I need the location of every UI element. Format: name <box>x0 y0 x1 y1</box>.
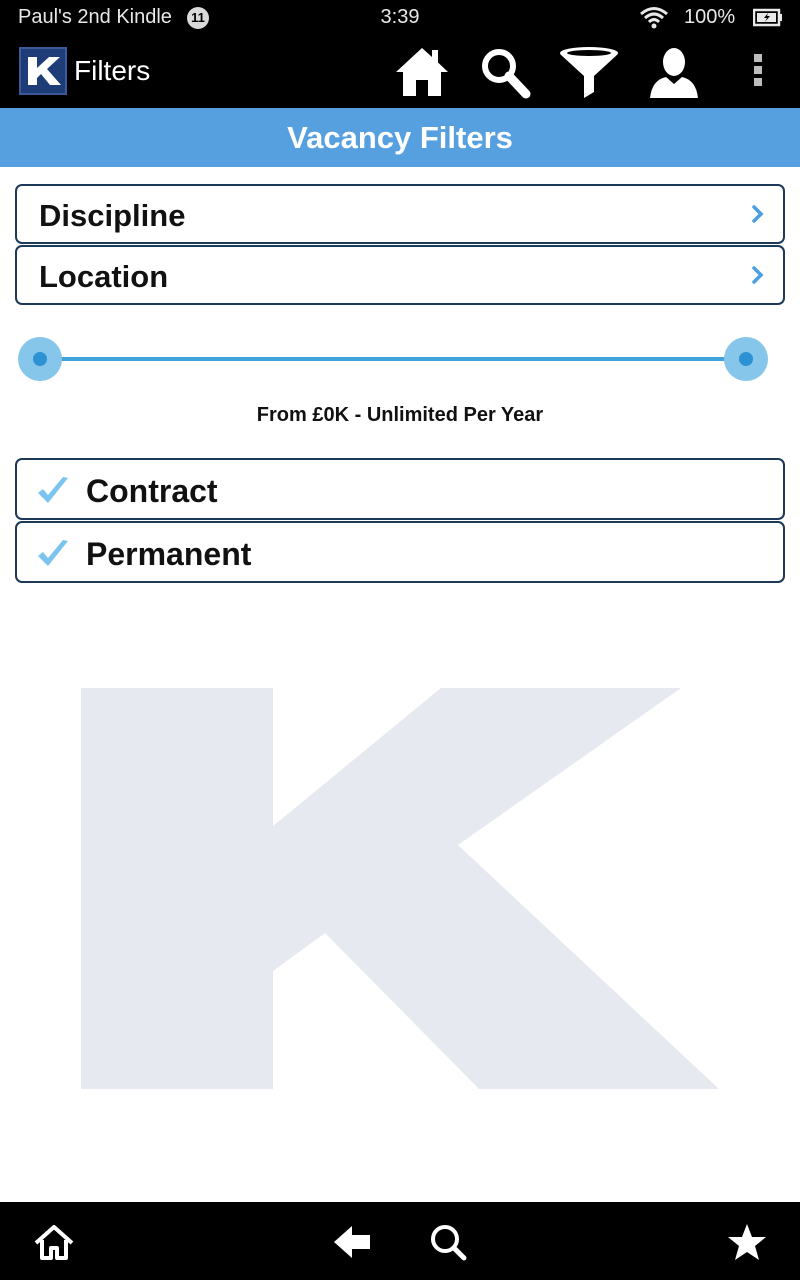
filter-row-location[interactable]: Location <box>15 245 785 305</box>
page-title: Vacancy Filters <box>287 120 513 155</box>
profile-icon[interactable] <box>644 44 704 100</box>
filter-label: Location <box>39 259 169 294</box>
checkbox-label: Contract <box>86 473 218 509</box>
k-logo-watermark <box>81 688 721 1095</box>
slider-track[interactable] <box>38 357 748 361</box>
bottom-nav-bar <box>0 1202 800 1280</box>
checkmark-icon <box>35 537 71 578</box>
battery-icon <box>752 8 783 33</box>
slider-max-handle[interactable] <box>724 337 768 381</box>
header-band: Vacancy Filters <box>0 108 800 167</box>
k-logo-icon <box>28 57 61 85</box>
salary-range-caption: From £0K - Unlimited Per Year <box>256 404 544 426</box>
search-icon[interactable] <box>474 44 534 100</box>
slider-min-handle[interactable] <box>18 337 62 381</box>
app-title: Filters <box>74 55 151 86</box>
home-icon[interactable] <box>392 44 452 100</box>
app-bar: Filters <box>0 36 800 108</box>
battery-percent: 100% <box>684 6 736 28</box>
overflow-dot <box>754 66 762 74</box>
overflow-dot <box>754 54 762 62</box>
filter-icon[interactable] <box>558 44 618 100</box>
filter-label: Discipline <box>39 198 186 233</box>
wifi-icon <box>639 5 669 36</box>
status-time: 3:39 <box>380 6 420 28</box>
checkbox-label: Permanent <box>86 536 252 572</box>
chevron-right-icon <box>751 204 765 229</box>
chevron-right-icon <box>751 265 765 290</box>
search-icon[interactable] <box>428 1222 472 1262</box>
job-type-permanent-checkbox[interactable]: Permanent <box>15 521 785 583</box>
salary-range-slider[interactable] <box>18 337 768 381</box>
overflow-dot <box>754 78 762 86</box>
back-arrow-icon[interactable] <box>332 1222 376 1262</box>
home-icon[interactable] <box>32 1222 76 1262</box>
overflow-menu-icon[interactable] <box>748 54 768 94</box>
filter-row-discipline[interactable]: Discipline <box>15 184 785 244</box>
star-icon[interactable] <box>725 1222 769 1262</box>
job-type-contract-checkbox[interactable]: Contract <box>15 458 785 520</box>
app-logo[interactable] <box>19 47 67 95</box>
checkmark-icon <box>35 474 71 515</box>
status-bar: Paul's 2nd Kindle 11 3:39 100% <box>0 0 800 36</box>
